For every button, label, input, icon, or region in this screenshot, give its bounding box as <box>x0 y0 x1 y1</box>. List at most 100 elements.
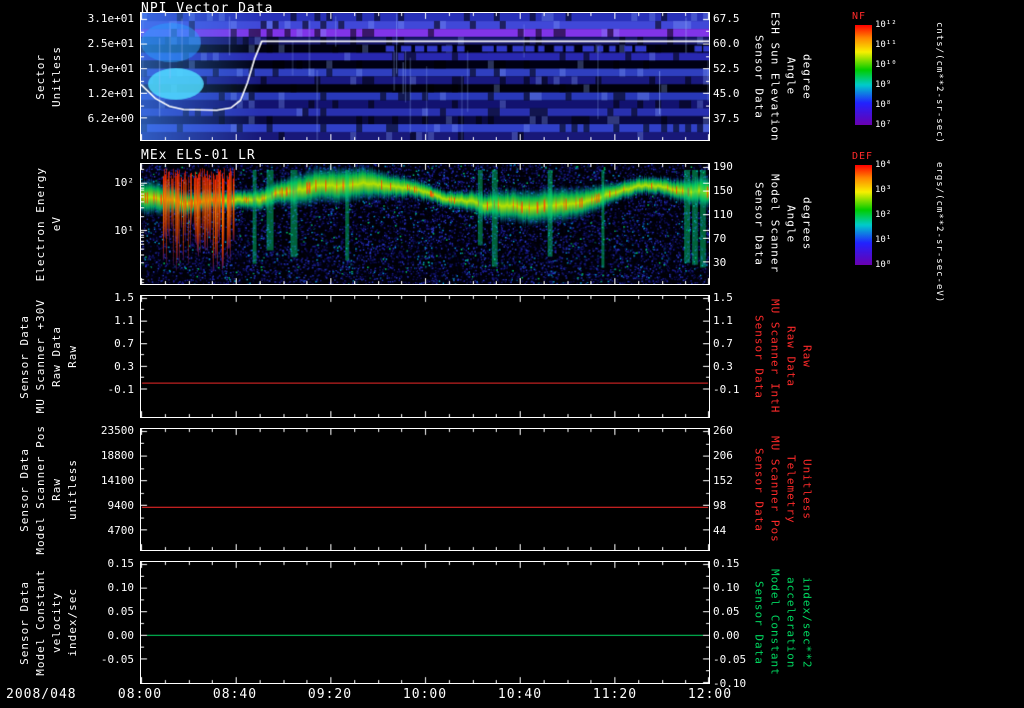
tick-label: 10³ <box>875 185 892 195</box>
axis-label-line: ESH Sun Elevation <box>768 11 782 142</box>
tick-label: 3.1e+01 <box>87 12 134 26</box>
x-tick-label: 12:00 <box>687 687 733 702</box>
tick-label: 18800 <box>100 448 134 462</box>
tick-label: 0.7 <box>713 336 733 350</box>
tick-label: -0.05 <box>100 653 134 667</box>
axis-label-line: Raw <box>800 345 814 368</box>
axis-label-line: Electron Energy <box>33 166 47 282</box>
axis-label-line: degree <box>800 53 814 100</box>
panel3-right-axis-label: Sensor Data MU Scanner IntH Raw Data Raw <box>750 295 816 418</box>
axis-label-line: Sensor Data <box>17 447 31 532</box>
tick-label: 0.15 <box>107 556 135 570</box>
nf-colorbar-canvas <box>855 25 872 125</box>
axis-label-line: index/sec**2 <box>800 576 814 669</box>
mu-scanner-30v-canvas <box>141 296 709 417</box>
tick-label: 52.5 <box>713 62 740 75</box>
tick-label: -0.1 <box>107 382 135 396</box>
els-spectrogram-canvas <box>141 164 709 284</box>
tick-label: 0.05 <box>107 604 135 618</box>
tick-label: 260 <box>713 424 733 437</box>
def-colorbar <box>855 165 872 265</box>
x-date-label: 2008/048 <box>6 687 77 702</box>
axis-label-line: Model Constant <box>33 569 47 676</box>
tick-label: 1.1 <box>114 313 134 327</box>
tick-label: 10⁴ <box>875 160 892 170</box>
tick-label: 2.5e+01 <box>87 37 134 51</box>
tick-label: 0.10 <box>107 580 135 594</box>
tick-label: 1.5 <box>713 290 733 304</box>
tick-label: 10¹¹ <box>875 40 897 50</box>
tick-label: 0.3 <box>114 359 134 373</box>
tick-label: 10¹ <box>875 235 892 245</box>
nf-colorbar-unit: cnts/(cm**2-sr-sec) <box>934 22 944 144</box>
axis-label-line: Model Constant <box>768 569 782 676</box>
els-spectrogram-panel <box>140 163 710 285</box>
mu-scanner-30v-panel <box>140 295 710 418</box>
def-colorbar-title: DEF <box>852 151 874 162</box>
axis-label-line: Unitless <box>800 459 814 520</box>
axis-label-line: MU Scanner +30V <box>33 299 47 414</box>
tick-label: 152 <box>713 474 733 488</box>
panel5-right-ticks: 0.15 0.10 0.05 0.00 -0.05 -0.10 <box>713 557 759 690</box>
tick-label: 0.00 <box>713 628 740 642</box>
tick-label: 10⁹ <box>875 80 892 90</box>
tick-label: 10¹ <box>114 223 134 237</box>
tick-label: 190 <box>713 160 733 174</box>
tick-label: 0.3 <box>713 359 733 373</box>
nf-colorbar-title: NF <box>852 11 867 22</box>
tick-label: 0.10 <box>713 580 740 594</box>
axis-label-line: Model Scanner Pos <box>33 424 47 555</box>
tick-label: 1.5 <box>114 290 134 304</box>
tick-label: 10⁷ <box>875 120 892 130</box>
nf-colorbar <box>855 25 872 125</box>
npi-spectrogram-panel <box>140 12 710 141</box>
tick-label: 70 <box>713 232 727 246</box>
panel1-left-ticks: 3.1e+01 2.5e+01 1.9e+01 1.2e+01 6.2e+00 <box>54 12 136 141</box>
x-tick-label: 08:00 <box>117 687 163 702</box>
axis-label-line: Telemetry <box>784 455 798 524</box>
axis-label-line: Angle <box>784 57 798 96</box>
tick-label: 0.05 <box>713 604 740 618</box>
tick-label: 1.2e+01 <box>87 87 134 101</box>
axis-label-line: Model Scanner <box>768 174 782 274</box>
axis-label-line: acceleration <box>784 576 798 669</box>
tick-label: 150 <box>713 184 733 198</box>
panel2-right-ticks: 190 150 110 70 30 <box>713 160 759 285</box>
tick-label: 67.5 <box>713 12 740 25</box>
scanner-pos-canvas <box>141 429 709 550</box>
tick-label: 10² <box>114 176 134 190</box>
tick-label: 37.5 <box>713 112 740 125</box>
panel3-right-ticks: 1.5 1.1 0.7 0.3 -0.1 <box>713 291 759 418</box>
tick-label: 0.7 <box>114 336 134 350</box>
tick-label: 10¹⁰ <box>875 60 897 70</box>
axis-label-line: Raw Data <box>784 326 798 387</box>
tick-label: 14100 <box>100 474 134 487</box>
tick-label: 30 <box>713 256 727 270</box>
tick-label: 10² <box>875 210 892 220</box>
panel4-right-ticks: 260 206 152 98 44 <box>713 424 759 551</box>
science-plot-screen: NPI Vector Data MEx ELS-01 LR Sector Uni… <box>0 0 1024 708</box>
def-colorbar-ticks: 10⁴ 10³ 10² 10¹ 10⁰ <box>875 160 925 270</box>
panel5-right-axis-label: Sensor Data Model Constant acceleration … <box>750 561 816 684</box>
axis-label-line: degrees <box>800 197 814 251</box>
tick-label: 0.00 <box>107 628 135 642</box>
panel1-right-ticks: 67.5 60.0 52.5 45.0 37.5 <box>713 12 759 141</box>
def-colorbar-canvas <box>855 165 872 265</box>
panel3-left-ticks: 1.5 1.1 0.7 0.3 -0.1 <box>54 291 136 418</box>
x-tick-label: 10:40 <box>497 687 543 702</box>
axis-label-line: MU Scanner IntH <box>768 299 782 414</box>
model-constant-velocity-canvas <box>141 562 709 683</box>
tick-label: -0.1 <box>713 382 740 396</box>
def-colorbar-unit: ergs/(cm**2-sr-sec-eV) <box>934 162 944 304</box>
panel2-title: MEx ELS-01 LR <box>141 148 256 163</box>
axis-label-line: MU Scanner Pos <box>768 436 782 543</box>
tick-label: 10⁰ <box>875 260 892 270</box>
axis-label-line: Sector <box>33 53 47 100</box>
tick-label: 9400 <box>107 499 135 513</box>
tick-label: 110 <box>713 208 733 222</box>
model-constant-velocity-panel <box>140 561 710 684</box>
tick-label: 206 <box>713 449 733 462</box>
panel1-right-axis-label: Sensor Data ESH Sun Elevation Angle degr… <box>750 11 816 142</box>
axis-label-line: Angle <box>784 204 798 244</box>
panel4-right-axis-label: Sensor Data MU Scanner Pos Telemetry Uni… <box>750 428 816 551</box>
